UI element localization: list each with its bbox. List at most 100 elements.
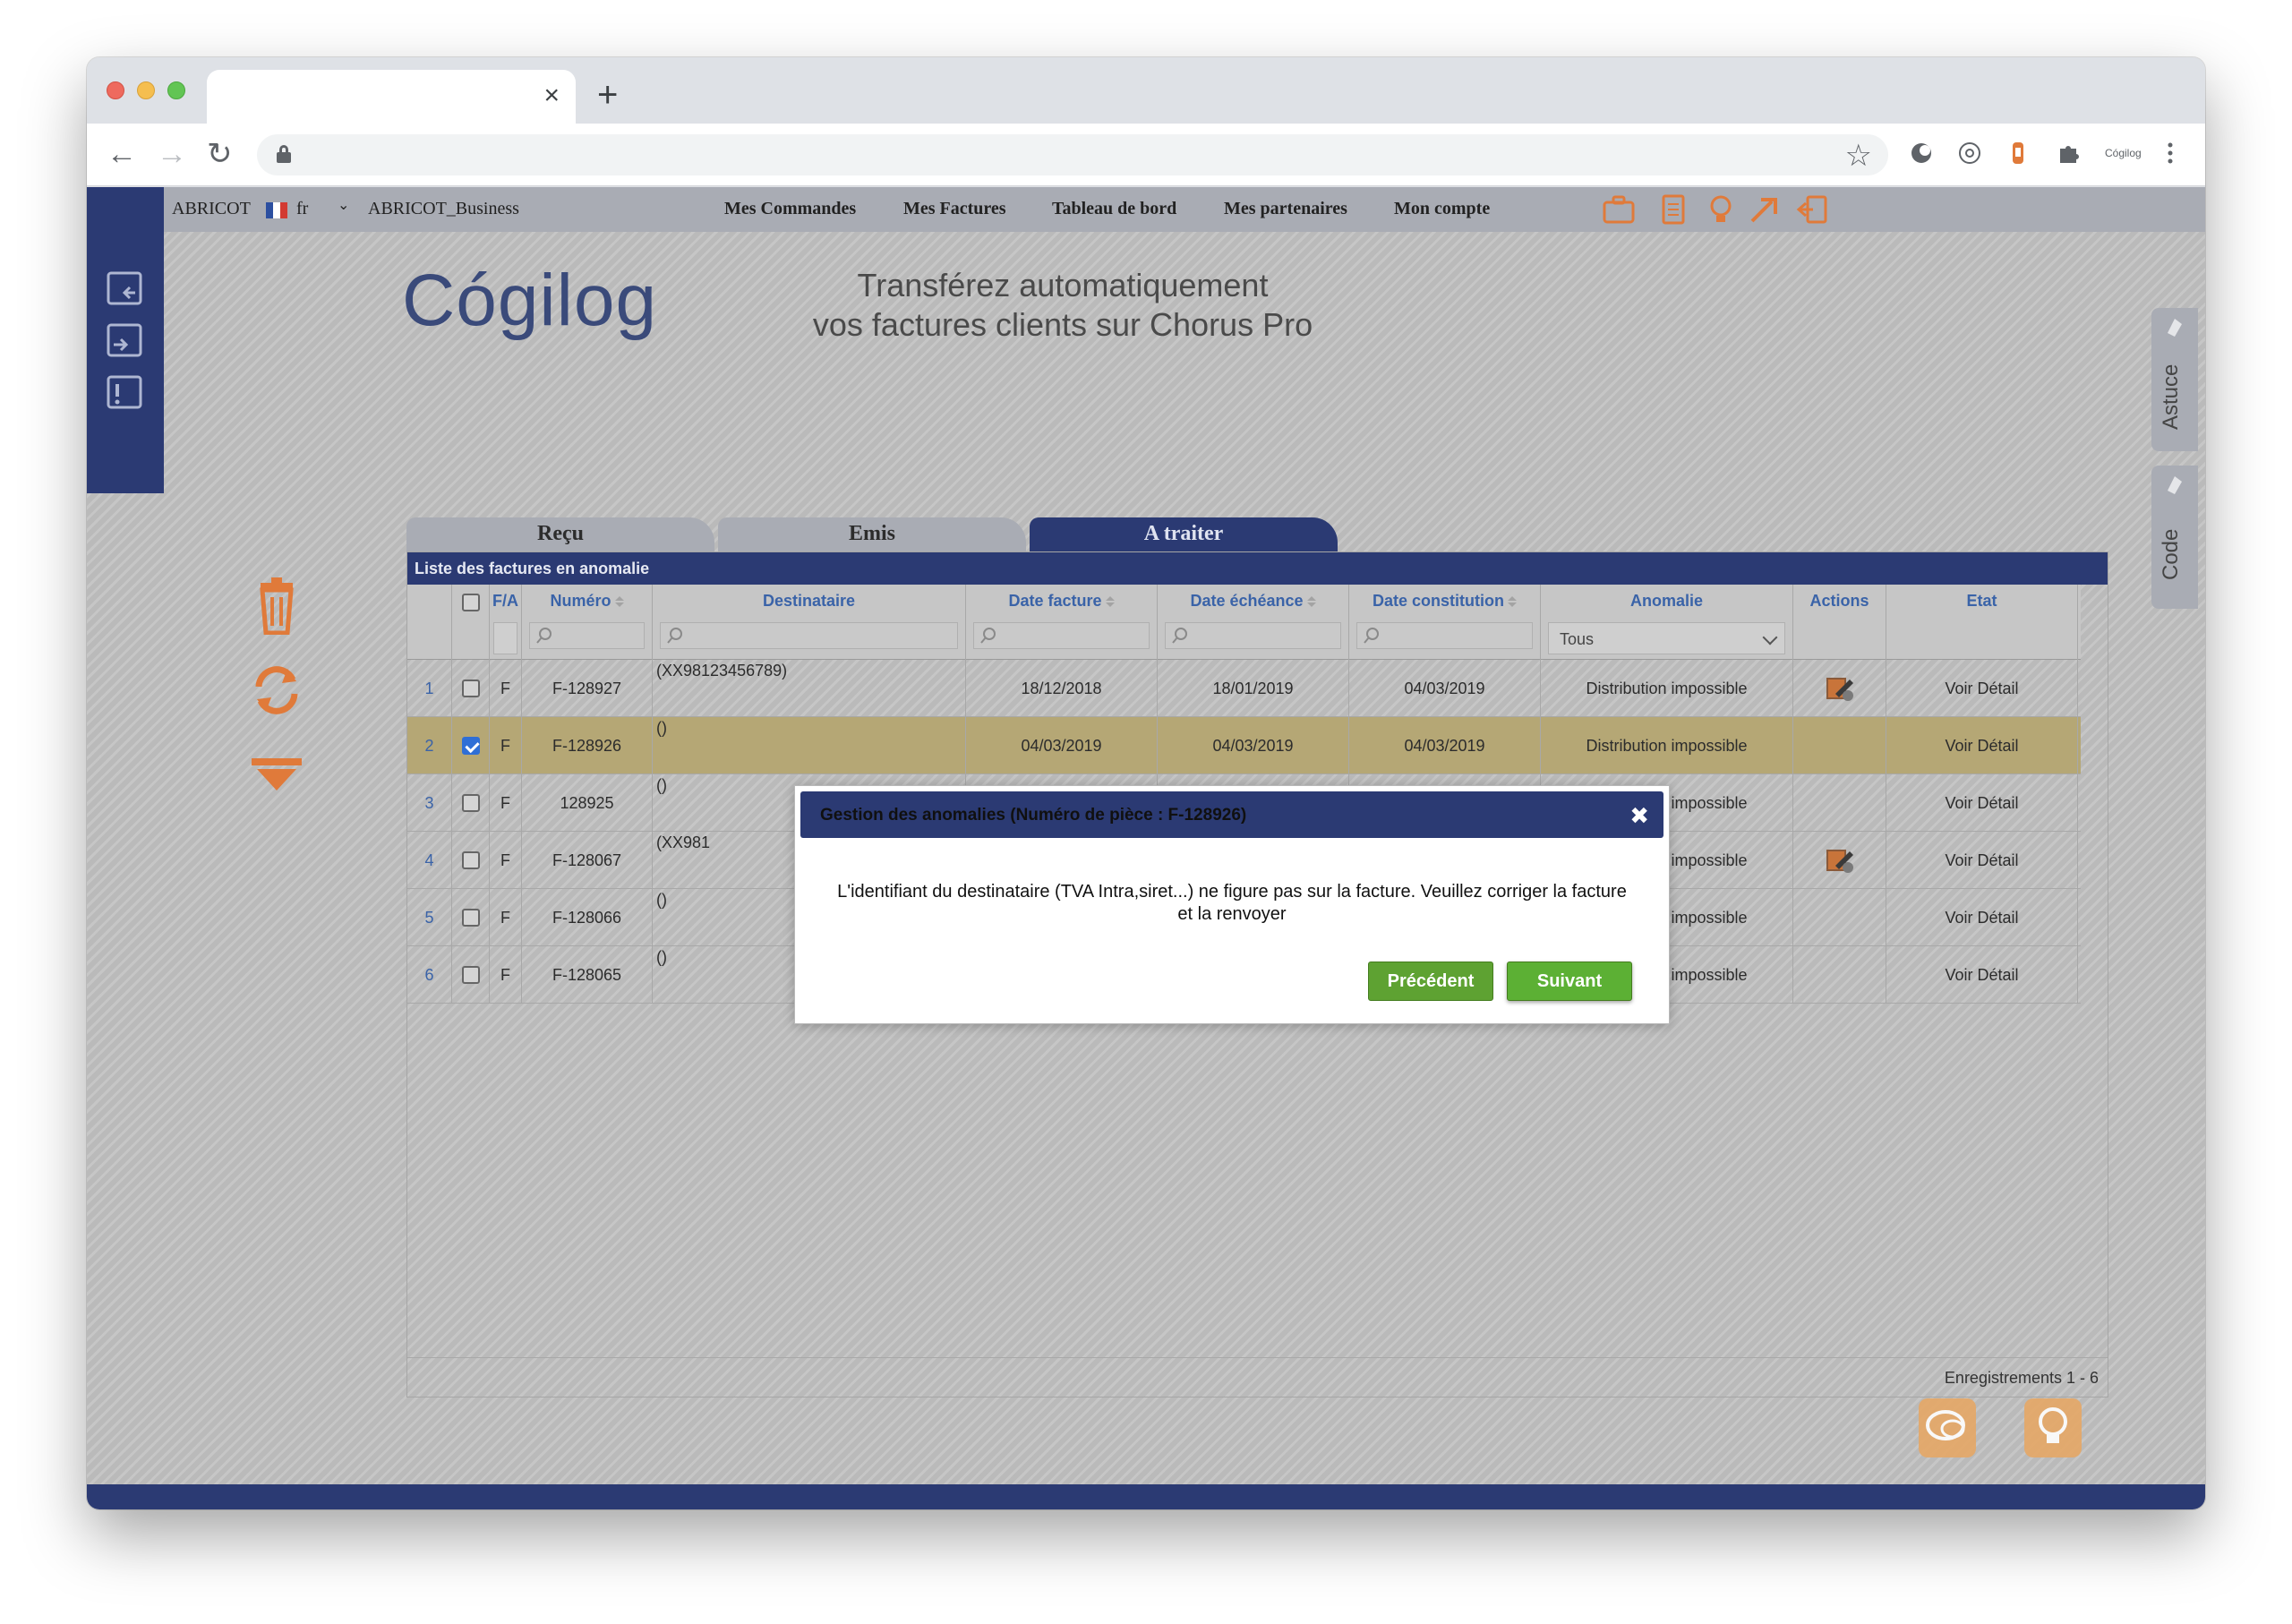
edit-document-icon[interactable] [1825,674,1855,703]
previous-button[interactable]: Précédent [1368,962,1493,1001]
sort-icon [615,596,624,607]
row-checkbox[interactable] [461,680,480,697]
cogilog-logo: Cógilog [402,260,658,341]
fa-header-label[interactable]: F/A [490,592,521,611]
forward-arrow-icon[interactable]: → [157,138,187,170]
side-tab-code[interactable]: Code [2151,466,2198,609]
close-tab-icon[interactable]: × [543,82,560,109]
row-select-cell [452,717,490,774]
row-number: 6 [407,946,452,1004]
extensions-puzzle-icon[interactable] [2055,140,2082,167]
search-icon [1172,628,1187,644]
address-bar[interactable]: ☆ [257,134,1888,175]
side-tab-astuce[interactable]: Astuce [2151,308,2198,451]
tab-a-traiter[interactable]: A traiter [1030,517,1338,551]
chat-button[interactable] [1919,1398,1976,1457]
close-window-button[interactable] [107,81,124,99]
date-facture-header-label[interactable]: Date facture [966,592,1157,611]
menu-tableau-de-bord[interactable]: Tableau de bord [1052,199,1176,219]
cell-date-facture: 18/12/2018 [966,660,1158,717]
briefcase-icon[interactable] [1602,194,1636,225]
dialog-message-line-2: et la renvoyer [1177,904,1287,924]
lightbulb-icon[interactable] [1704,194,1738,225]
profile-label[interactable]: Cógilog [2105,147,2142,159]
date-echeance-filter[interactable] [1165,622,1341,649]
download-icon[interactable] [248,751,305,808]
extension-circle-icon[interactable] [1908,140,1935,167]
row-checkbox[interactable] [461,909,480,927]
cell-anomalie: Distribution impossible [1541,717,1793,774]
date-constitution-header-label[interactable]: Date constitution [1349,592,1540,611]
cell-fa: F [490,832,522,889]
cell-numero: F-128067 [522,832,653,889]
anomalie-header-label[interactable]: Anomalie [1541,592,1792,611]
row-actions-cell [1793,774,1886,832]
minimize-window-button[interactable] [137,81,155,99]
numero-filter[interactable] [529,622,645,649]
table-row[interactable]: 2 F F-128926() 04/03/2019 04/03/2019 04/03/20… [407,717,2081,774]
menu-mes-partenaires[interactable]: Mes partenaires [1224,199,1347,219]
back-arrow-icon[interactable]: ← [107,138,137,170]
edit-document-icon[interactable] [1825,846,1855,875]
account-name[interactable]: ABRICOT_Business [368,199,519,219]
menu-mes-factures[interactable]: Mes Factures [903,199,1006,219]
cell-etat[interactable]: Voir Détail [1886,774,2078,832]
trash-icon[interactable] [248,577,305,635]
date-constitution-header: Date constitution [1349,585,1541,660]
cell-etat[interactable]: Voir Détail [1886,717,2078,774]
date-constitution-filter[interactable] [1356,622,1533,649]
destinataire-header-label[interactable]: Destinataire [653,592,965,611]
chevron-down-icon[interactable]: ⌄ [338,196,349,214]
cell-etat[interactable]: Voir Détail [1886,660,2078,717]
document-icon[interactable] [1655,194,1689,225]
refresh-icon[interactable] [248,662,305,719]
cell-date-facture: 04/03/2019 [966,717,1158,774]
sidebar-export-icon[interactable] [105,321,146,363]
next-button[interactable]: Suivant [1507,962,1632,1001]
numero-header-label[interactable]: Numéro [522,592,652,611]
tab-recu[interactable]: Reçu [406,517,714,551]
sidebar-import-icon[interactable] [105,269,146,311]
sidebar-alert-icon[interactable] [105,373,146,415]
cell-etat[interactable]: Voir Détail [1886,832,2078,889]
search-icon [536,628,552,644]
row-checkbox[interactable] [461,966,480,984]
cell-fa: F [490,946,522,1004]
export-arrow-icon[interactable] [1749,194,1783,225]
date-echeance-header-label[interactable]: Date échéance [1158,592,1348,611]
dialog-header: Gestion des anomalies (Numéro de pièce :… [800,791,1663,838]
bookmark-star-icon[interactable]: ☆ [1845,138,1872,174]
destinataire-filter[interactable] [660,622,958,649]
browser-tab[interactable]: × [207,70,576,124]
language-selector[interactable]: fr [296,199,308,219]
anomalie-header: Anomalie Tous [1541,585,1793,660]
menu-mon-compte[interactable]: Mon compte [1394,199,1490,219]
maximize-window-button[interactable] [167,81,185,99]
logout-icon[interactable] [1795,194,1829,225]
date-facture-filter[interactable] [973,622,1150,649]
fa-filter-select[interactable] [493,622,517,654]
close-icon[interactable]: ✖ [1629,802,1649,830]
extension-at-icon[interactable] [1956,140,1983,167]
tips-button[interactable] [2024,1398,2082,1457]
extension-apricot-icon[interactable] [2005,140,2031,167]
new-tab-button[interactable]: + [597,77,618,113]
numero-header: Numéro [522,585,653,660]
reload-icon[interactable]: ↻ [207,138,233,170]
menu-mes-commandes[interactable]: Mes Commandes [724,199,856,219]
select-all-checkbox[interactable] [462,594,480,611]
row-number: 3 [407,774,452,832]
table-row[interactable]: 1 F F-128927 (XX98123456789) 18/12/2018 18/01… [407,660,2081,717]
cell-etat[interactable]: Voir Détail [1886,889,2078,946]
row-checkbox[interactable] [461,737,480,755]
tab-emis[interactable]: Emis [718,517,1026,551]
row-select-cell [452,946,490,1004]
row-checkbox[interactable] [461,851,480,869]
row-actions-cell [1793,660,1886,717]
cell-date-echeance: 18/01/2019 [1158,660,1349,717]
more-menu-icon[interactable] [2157,140,2184,167]
row-checkbox[interactable] [461,794,480,812]
cell-etat[interactable]: Voir Détail [1886,946,2078,1004]
anomalie-filter-select[interactable]: Tous [1548,622,1785,654]
cell-dest: () [653,717,966,774]
